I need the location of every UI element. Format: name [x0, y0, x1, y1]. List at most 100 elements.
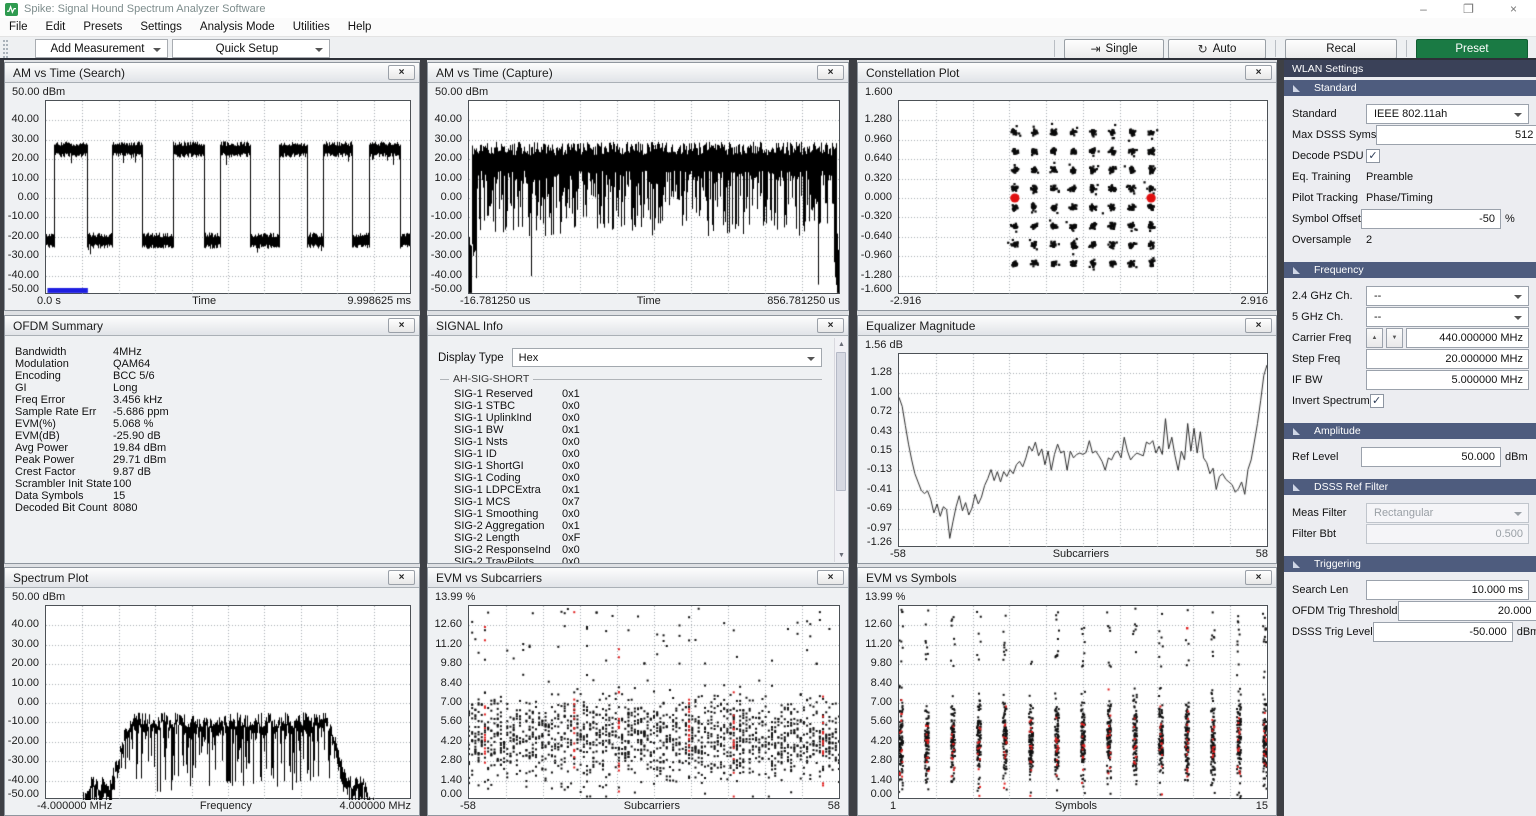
setting-input[interactable] [1361, 447, 1501, 467]
y-tick-label: 1.28 [871, 366, 892, 378]
panel-close-button[interactable]: × [1245, 570, 1272, 585]
panel-title: EVM vs Symbols [866, 571, 957, 585]
y-axis-top-label: 50.00 dBm [12, 86, 65, 98]
chevron-down-icon [153, 48, 161, 52]
setting-checkbox[interactable]: ✓ [1370, 394, 1384, 408]
setting-checkbox[interactable]: ✓ [1366, 149, 1380, 163]
y-axis-ticks: 1.2800.9600.6400.3200.000-0.320-0.640-0.… [858, 100, 895, 294]
evm-symbols-canvas[interactable] [899, 606, 1267, 800]
x-axis-left-label: 0.0 s [37, 295, 61, 309]
minimize-button[interactable]: – [1401, 0, 1446, 18]
panel-signal-info: SIGNAL Info×Display TypeHexAH-SIG-SHORTS… [427, 315, 849, 564]
panel-close-button[interactable]: × [1245, 318, 1272, 333]
spin-up-button[interactable]: ▲ [1366, 328, 1383, 348]
summary-value: 19.84 dBm [113, 442, 166, 454]
collapse-triangle-icon [1293, 484, 1300, 491]
section-header-triggering[interactable]: Triggering [1284, 556, 1536, 572]
panel-close-button[interactable]: × [817, 570, 844, 585]
summary-row: Peak Power29.71 dBm [15, 454, 409, 466]
am-search-canvas[interactable] [46, 101, 410, 295]
add-measurement-dropdown[interactable]: Add Measurement [35, 39, 168, 58]
chart-body: 1.56 dB1.281.000.720.430.15-0.13-0.41-0.… [858, 337, 1276, 563]
chevron-down-icon [807, 357, 815, 361]
setting-input[interactable] [1398, 601, 1536, 621]
setting-label: Pilot Tracking [1292, 192, 1358, 204]
scroll-up-arrow[interactable]: ▲ [835, 338, 848, 351]
preset-button[interactable]: Preset [1416, 39, 1528, 59]
y-axis-top-label: 1.600 [865, 86, 893, 98]
toolbar-drag-handle[interactable] [3, 40, 8, 58]
spectrum-canvas[interactable] [46, 606, 410, 800]
menu-item-file[interactable]: File [0, 18, 37, 36]
y-tick-label: 10.00 [434, 172, 462, 184]
toolbar-separator [1054, 40, 1055, 57]
auto-button[interactable]: ↻ Auto [1168, 39, 1266, 59]
panel-close-button[interactable]: × [388, 570, 415, 585]
panel-titlebar: EVM vs Symbols × [858, 568, 1276, 588]
setting-input[interactable] [1366, 580, 1529, 600]
panel-close-button[interactable]: × [817, 318, 844, 333]
section-header-dsss-ref-filter[interactable]: DSSS Ref Filter [1284, 479, 1536, 495]
section-header-standard[interactable]: Standard [1284, 80, 1536, 96]
display-type-dropdown[interactable]: Hex [512, 348, 822, 367]
section-header-frequency[interactable]: Frequency [1284, 262, 1536, 278]
setting-label: Max DSSS Syms [1292, 129, 1376, 141]
setting-input[interactable] [1406, 328, 1529, 348]
sig-field-row: SIG-1 UplinkInd0x0 [454, 412, 822, 424]
menu-item-help[interactable]: Help [339, 18, 381, 36]
panel-close-button[interactable]: × [1245, 65, 1272, 80]
close-window-button[interactable]: × [1491, 0, 1536, 18]
am-capture-canvas[interactable] [469, 101, 839, 295]
menu-item-utilities[interactable]: Utilities [284, 18, 339, 36]
setting-input[interactable] [1366, 370, 1529, 390]
setting-input[interactable] [1376, 125, 1536, 145]
menu-item-edit[interactable]: Edit [37, 18, 75, 36]
sig-field-row: SIG-1 ShortGI0x0 [454, 460, 822, 472]
menu-item-presets[interactable]: Presets [74, 18, 131, 36]
panel-title: EVM vs Subcarriers [436, 571, 542, 585]
quick-setup-dropdown[interactable]: Quick Setup [172, 39, 330, 58]
setting-dropdown[interactable]: Rectangular [1366, 503, 1529, 523]
menu-item-analysis-mode[interactable]: Analysis Mode [191, 18, 284, 36]
setting-label: Decode PSDU [1292, 150, 1364, 162]
scrollbar-thumb[interactable] [836, 352, 846, 491]
panel-close-button[interactable]: × [388, 65, 415, 80]
summary-row: GILong [15, 382, 409, 394]
recal-button[interactable]: Recal [1285, 39, 1397, 59]
x-axis-labels: -58Subcarriers58 [460, 800, 840, 814]
sig-field-value: 0x0 [562, 436, 580, 448]
setting-dropdown[interactable]: -- [1366, 286, 1529, 306]
y-tick-label: 1.40 [441, 774, 462, 786]
y-tick-label: -40.00 [431, 269, 462, 281]
panel-close-button[interactable]: × [388, 318, 415, 333]
sig-field-value: 0x0 [562, 460, 580, 472]
menu-item-settings[interactable]: Settings [131, 18, 191, 36]
restore-button[interactable]: ❐ [1446, 0, 1491, 18]
y-tick-label: -10.00 [8, 210, 39, 222]
display-type-value: Hex [519, 352, 539, 364]
constellation-canvas[interactable] [899, 101, 1267, 295]
setting-input[interactable] [1366, 349, 1529, 369]
panel-close-button[interactable]: × [817, 65, 844, 80]
vertical-scrollbar[interactable]: ▲▼ [834, 338, 847, 562]
evm-subcarriers-canvas[interactable] [469, 606, 839, 800]
spin-down-button[interactable]: ▼ [1386, 328, 1403, 348]
dropdown-value: Rectangular [1374, 507, 1433, 519]
summary-label: Bandwidth [15, 346, 113, 358]
setting-input[interactable] [1366, 524, 1529, 544]
setting-dropdown[interactable]: -- [1366, 307, 1529, 327]
scroll-down-arrow[interactable]: ▼ [835, 549, 848, 562]
y-tick-label: 0.320 [864, 172, 892, 184]
setting-dropdown[interactable]: IEEE 802.11ah [1366, 104, 1529, 124]
equalizer-canvas[interactable] [899, 354, 1267, 548]
collapse-triangle-icon [1293, 267, 1300, 274]
section-header-amplitude[interactable]: Amplitude [1284, 423, 1536, 439]
setting-input[interactable] [1361, 209, 1501, 229]
sig-field-label: SIG-1 Coding [454, 472, 562, 484]
setting-row-meas-filter: Meas FilterRectangular [1292, 502, 1529, 523]
summary-value: 4MHz [113, 346, 142, 358]
single-button[interactable]: ⇥ Single [1064, 39, 1164, 59]
add-measurement-label: Add Measurement [46, 43, 149, 55]
setting-input[interactable] [1373, 622, 1513, 642]
y-tick-label: -10.00 [431, 210, 462, 222]
